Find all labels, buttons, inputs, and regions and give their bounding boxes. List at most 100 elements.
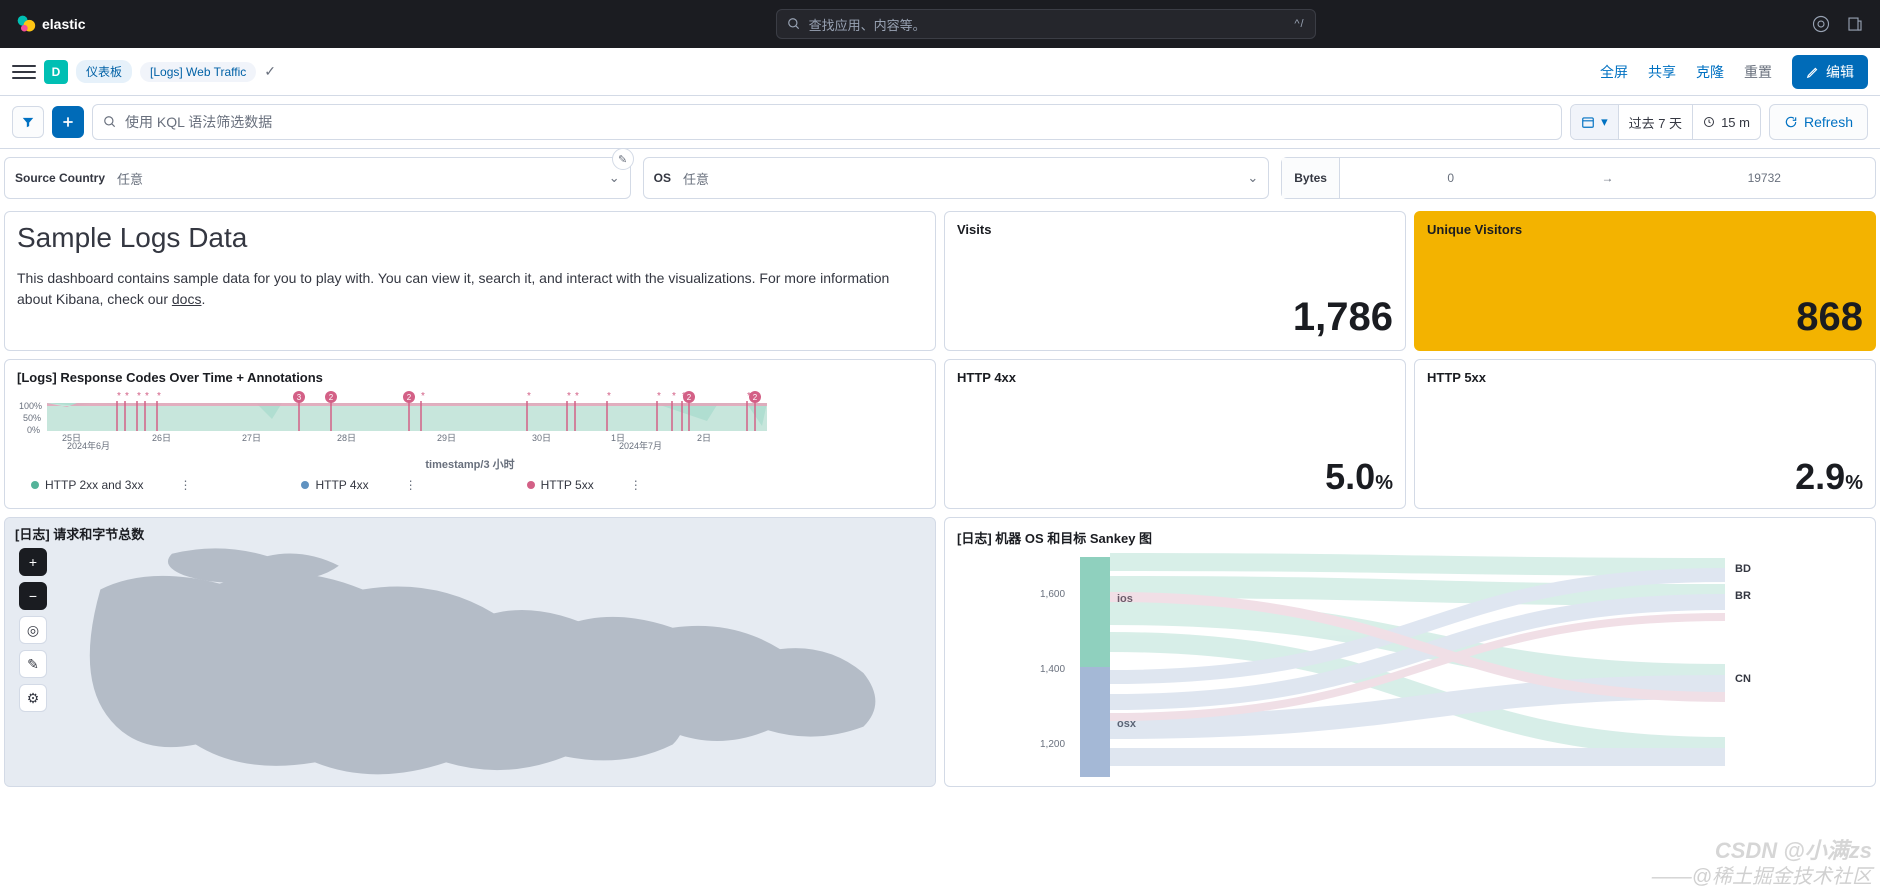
svg-text:*: *: [157, 391, 161, 402]
map-svg: [5, 518, 935, 787]
bytes-min: 0: [1340, 171, 1562, 185]
svg-text:26日: 26日: [152, 433, 171, 443]
fit-bounds-button[interactable]: ◎: [19, 616, 47, 644]
svg-text:29日: 29日: [437, 433, 456, 443]
svg-text:*: *: [672, 391, 676, 402]
metric-value: 2.9%: [1427, 456, 1863, 498]
svg-text:*: *: [567, 391, 571, 402]
response-chart[interactable]: 100% 50% 0%: [17, 391, 923, 492]
calendar-button[interactable]: ▾: [1571, 105, 1618, 139]
legend-item[interactable]: HTTP 4xx⋮: [301, 478, 416, 492]
filter-label: Source Country: [15, 171, 105, 185]
edit-label: 编辑: [1826, 62, 1854, 82]
clone-link[interactable]: 克隆: [1696, 62, 1724, 82]
app-subheader: D 仪表板 [Logs] Web Traffic ✓ 全屏 共享 克隆 重置 编…: [0, 48, 1880, 96]
global-search-input[interactable]: 查找应用、内容等。 ^/: [776, 9, 1316, 39]
svg-text:2024年6月: 2024年6月: [67, 440, 110, 451]
global-header: elastic 查找应用、内容等。 ^/: [0, 0, 1880, 48]
filter-label: OS: [654, 171, 671, 185]
filter-os[interactable]: OS 任意 ⌄: [643, 157, 1270, 199]
svg-text:30日: 30日: [532, 433, 551, 443]
subheader-actions: 全屏 共享 克隆 重置 编辑: [1600, 55, 1868, 89]
sankey-svg[interactable]: 1,600 1,400 1,200 ios osx BD BR CN: [957, 547, 1863, 787]
pin-icon[interactable]: ✎: [612, 148, 634, 170]
panel-unique-visitors: Unique Visitors 868: [1414, 211, 1876, 351]
legend-item[interactable]: HTTP 2xx and 3xx⋮: [31, 478, 191, 492]
metric-title: Visits: [957, 222, 1393, 237]
filter-toggle-button[interactable]: [12, 106, 44, 138]
svg-text:*: *: [117, 391, 121, 402]
svg-text:BR: BR: [1735, 590, 1751, 602]
svg-text:*: *: [527, 391, 531, 402]
filter-value: 任意: [117, 169, 609, 188]
zoom-out-button[interactable]: −: [19, 582, 47, 610]
metric-value: 5.0%: [957, 456, 1393, 498]
refresh-interval[interactable]: 15 m: [1692, 105, 1760, 139]
bytes-max: 19732: [1653, 171, 1875, 185]
measure-button[interactable]: ✎: [19, 650, 47, 678]
layers-button[interactable]: ⚙: [19, 684, 47, 712]
filter-icon: [21, 115, 35, 129]
help-icon[interactable]: [1812, 15, 1830, 33]
breadcrumb-current[interactable]: [Logs] Web Traffic: [140, 62, 256, 82]
breadcrumb-dashboard[interactable]: 仪表板: [76, 60, 132, 83]
search-icon: [103, 115, 117, 129]
docs-link[interactable]: docs: [172, 291, 202, 307]
kql-placeholder: 使用 KQL 语法筛选数据: [125, 112, 272, 132]
breadcrumb-check-icon[interactable]: ✓: [264, 63, 276, 80]
controls-row: ✎ Source Country 任意 ⌄ OS 任意 ⌄ Bytes 0 → …: [0, 149, 1880, 207]
svg-text:*: *: [125, 391, 129, 402]
metrics-top-row: Visits 1,786 Unique Visitors 868: [944, 211, 1876, 351]
svg-text:CN: CN: [1735, 673, 1751, 685]
svg-text:50%: 50%: [23, 413, 41, 423]
svg-text:1,400: 1,400: [1040, 664, 1065, 675]
brand-text: elastic: [42, 16, 86, 32]
header-right: [1812, 15, 1864, 33]
edit-button[interactable]: 编辑: [1792, 55, 1868, 89]
filter-source-country[interactable]: ✎ Source Country 任意 ⌄: [4, 157, 631, 199]
xaxis-label: timestamp/3 小时: [17, 456, 923, 472]
intro-title: Sample Logs Data: [17, 222, 923, 254]
svg-text:1,200: 1,200: [1040, 739, 1065, 750]
panel-response-codes: [Logs] Response Codes Over Time + Annota…: [4, 359, 936, 509]
elastic-logo-icon: [16, 14, 36, 34]
panel-title: [日志] 请求和字节总数: [15, 524, 144, 543]
svg-text:*: *: [145, 391, 149, 402]
chevron-down-icon: ⌄: [609, 170, 620, 186]
refresh-label: Refresh: [1804, 114, 1853, 130]
share-link[interactable]: 共享: [1648, 62, 1676, 82]
newsfeed-icon[interactable]: [1846, 15, 1864, 33]
search-placeholder: 查找应用、内容等。: [809, 15, 926, 34]
panel-http-4xx: HTTP 4xx 5.0%: [944, 359, 1406, 509]
metric-title: HTTP 4xx: [957, 370, 1393, 385]
legend-item[interactable]: HTTP 5xx⋮: [527, 478, 642, 492]
space-badge[interactable]: D: [44, 60, 68, 84]
fullscreen-link[interactable]: 全屏: [1600, 62, 1628, 82]
refresh-icon: [1784, 115, 1798, 129]
metric-value: 868: [1427, 295, 1863, 340]
svg-text:*: *: [137, 391, 141, 402]
dashboard-grid: Sample Logs Data This dashboard contains…: [0, 207, 1880, 791]
time-picker[interactable]: ▾ 过去 7 天 15 m: [1570, 104, 1761, 140]
nav-toggle-button[interactable]: [12, 60, 36, 84]
filter-value: 任意: [683, 169, 1247, 188]
metrics-mid-row: HTTP 4xx 5.0% HTTP 5xx 2.9%: [944, 359, 1876, 509]
metric-title: HTTP 5xx: [1427, 370, 1863, 385]
svg-text:*: *: [575, 391, 579, 402]
reset-link[interactable]: 重置: [1744, 62, 1772, 82]
svg-text:BD: BD: [1735, 563, 1751, 575]
kql-input[interactable]: 使用 KQL 语法筛选数据: [92, 104, 1562, 140]
pencil-icon: [1806, 65, 1820, 79]
panel-visits: Visits 1,786: [944, 211, 1406, 351]
add-filter-button[interactable]: [52, 106, 84, 138]
panel-map[interactable]: [日志] 请求和字节总数 + − ◎ ✎ ⚙ ◌: [4, 517, 936, 787]
elastic-logo[interactable]: elastic: [16, 14, 86, 34]
time-range-label[interactable]: 过去 7 天: [1618, 105, 1692, 139]
search-icon: [787, 17, 801, 31]
map-tools: + − ◎ ✎ ⚙: [19, 548, 47, 712]
zoom-in-button[interactable]: +: [19, 548, 47, 576]
panel-title: [日志] 机器 OS 和目标 Sankey 图: [957, 528, 1863, 547]
filter-bytes-range[interactable]: Bytes 0 → 19732: [1281, 157, 1876, 199]
refresh-button[interactable]: Refresh: [1769, 104, 1868, 140]
svg-text:*: *: [421, 391, 425, 402]
